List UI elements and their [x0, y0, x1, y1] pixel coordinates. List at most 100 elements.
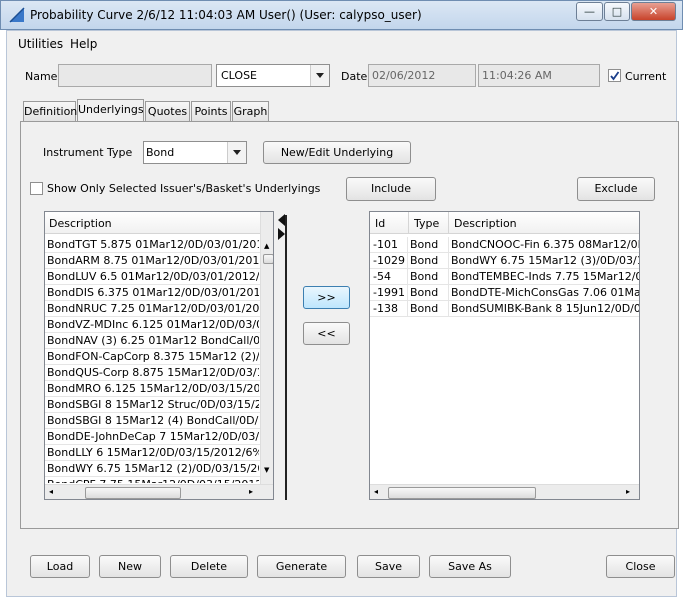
scroll-arrow-icon[interactable]: ◂	[374, 487, 378, 496]
selected-underlyings-table[interactable]: Id Type Description -101 Bond BondCNOOC-Fi…	[369, 211, 640, 500]
table-row[interactable]: BondQUS-Corp 8.875 15Mar12/0D/03/15/20	[45, 365, 261, 381]
column-divider	[448, 269, 449, 285]
type-cell: Bond	[410, 238, 439, 251]
splitter[interactable]	[285, 215, 287, 500]
minimize-button[interactable]: —	[576, 2, 603, 21]
close-button[interactable]: Close	[606, 555, 675, 578]
tab-points[interactable]: Points	[191, 101, 231, 121]
price-type-select[interactable]: CLOSE	[216, 64, 330, 87]
column-header-description[interactable]: Description	[454, 216, 517, 232]
right-table-body: -101 Bond BondCNOOC-Fin 6.375 08Mar12/0D/0…	[370, 237, 639, 483]
generate-button[interactable]: Generate	[257, 555, 346, 578]
table-row[interactable]: BondSBGI 8 15Mar12 Struc/0D/03/15/2012/	[45, 397, 261, 413]
table-row[interactable]: -138 Bond BondSUMIBK-Bank 8 15Jun12/0D/06/…	[370, 301, 639, 317]
table-row[interactable]: BondDIS 6.375 01Mar12/0D/03/01/2012/6.3	[45, 285, 261, 301]
column-divider[interactable]	[448, 212, 449, 234]
description-cell: BondLUV 6.5 01Mar12/0D/03/01/2012/6.5%	[47, 270, 259, 283]
description-cell: BondQUS-Corp 8.875 15Mar12/0D/03/15/20	[47, 366, 259, 379]
exclude-button[interactable]: Exclude	[577, 177, 655, 201]
description-cell: BondSBGI 8 15Mar12 Struc/0D/03/15/2012/	[47, 398, 259, 411]
table-row[interactable]: BondNAV (3) 6.25 01Mar12 BondCall/0D/03/	[45, 333, 261, 349]
current-checkbox[interactable]	[608, 69, 621, 82]
scroll-arrow-icon[interactable]: ▸	[626, 487, 630, 496]
show-selected-checkbox[interactable]	[30, 182, 43, 195]
id-cell: -101	[373, 238, 398, 251]
menu-utilities[interactable]: Utilities	[18, 37, 63, 51]
dropdown-arrow-icon[interactable]	[310, 65, 329, 86]
column-divider	[448, 301, 449, 317]
table-row[interactable]: -1991 Bond BondDTE-MichConsGas 7.06 01May1…	[370, 285, 639, 301]
left-table-body: BondTGT 5.875 01Mar12/0D/03/01/2012/5. Bo…	[45, 237, 261, 483]
table-row[interactable]: BondARM 8.75 01Mar12/0D/03/01/2012/8.7	[45, 253, 261, 269]
window-title: Probability Curve 2/6/12 11:04:03 AM Use…	[30, 8, 422, 22]
column-divider	[407, 237, 408, 253]
scroll-thumb[interactable]	[85, 487, 181, 499]
description-cell: BondLLY 6 15Mar12/0D/03/15/2012/6%	[47, 446, 259, 459]
scroll-thumb[interactable]	[388, 487, 536, 499]
scroll-arrow-icon[interactable]: ▸	[249, 487, 253, 496]
horizontal-scrollbar[interactable]: ◂ ▸	[370, 484, 639, 499]
column-header-type[interactable]: Type	[414, 216, 439, 232]
table-row[interactable]: BondDE-JohnDeCap 7 15Mar12/0D/03/15/20	[45, 429, 261, 445]
save-button[interactable]: Save	[357, 555, 420, 578]
description-cell: BondWY 6.75 15Mar12 (2)/0D/03/15/2012/6	[47, 462, 259, 475]
date-label: Date	[341, 70, 368, 83]
column-divider	[407, 253, 408, 269]
type-cell: Bond	[410, 286, 439, 299]
column-header-id[interactable]: Id	[375, 216, 385, 232]
tab-underlyings[interactable]: Underlyings	[77, 99, 144, 122]
new-button[interactable]: New	[99, 555, 161, 578]
description-cell: BondNAV (3) 6.25 01Mar12 BondCall/0D/03/	[47, 334, 259, 347]
horizontal-scrollbar[interactable]: ◂ ▸	[45, 484, 273, 499]
description-cell: BondTEMBEC-Inds 7.75 15Mar12/0D/03	[451, 270, 639, 283]
app-curve-icon	[9, 7, 25, 23]
column-header-description[interactable]: Description	[49, 216, 112, 232]
title-bar[interactable]: Probability Curve 2/6/12 11:04:03 AM Use…	[0, 0, 683, 30]
time-field[interactable]: 11:04:26 AM	[478, 64, 600, 87]
new-edit-underlying-button[interactable]: New/Edit Underlying	[263, 141, 411, 164]
column-divider[interactable]	[408, 212, 409, 234]
menu-help[interactable]: Help	[70, 37, 97, 51]
table-row[interactable]: BondFON-CapCorp 8.375 15Mar12 (2)/0D/0	[45, 349, 261, 365]
save-as-button[interactable]: Save As	[429, 555, 511, 578]
splitter-arrow-icon[interactable]	[278, 214, 286, 240]
move-right-button[interactable]: >>	[303, 286, 350, 309]
scroll-arrow-icon[interactable]: ▼	[264, 466, 269, 474]
load-button[interactable]: Load	[30, 555, 90, 578]
table-header[interactable]: Description	[45, 212, 261, 234]
dropdown-arrow-icon[interactable]	[227, 142, 246, 163]
table-row[interactable]: BondVZ-MDInc 6.125 01Mar12/0D/03/01/20	[45, 317, 261, 333]
description-cell: BondDE-JohnDeCap 7 15Mar12/0D/03/15/20	[47, 430, 259, 443]
table-row[interactable]: BondCPF 7.75 15Mar12/0D/03/15/2012/7.	[45, 477, 261, 483]
include-button[interactable]: Include	[346, 177, 436, 201]
description-cell: BondWY 6.75 15Mar12 (3)/0D/03/15/20	[451, 254, 639, 267]
vertical-scrollbar[interactable]: ▲ ▼	[260, 212, 273, 485]
available-underlyings-table[interactable]: Description BondTGT 5.875 01Mar12/0D/03/…	[44, 211, 274, 500]
table-row[interactable]: BondNRUC 7.25 01Mar12/0D/03/01/2012/7	[45, 301, 261, 317]
move-left-button[interactable]: <<	[303, 322, 350, 345]
table-row[interactable]: BondTGT 5.875 01Mar12/0D/03/01/2012/5.	[45, 237, 261, 253]
scroll-thumb[interactable]	[263, 254, 273, 264]
tab-quotes[interactable]: Quotes	[145, 101, 190, 121]
close-window-button[interactable]: ✕	[631, 2, 676, 21]
id-cell: -54	[373, 270, 391, 283]
instrument-type-select[interactable]: Bond	[143, 141, 247, 164]
table-row[interactable]: BondSBGI 8 15Mar12 (4) BondCall/0D/03/15	[45, 413, 261, 429]
scroll-arrow-icon[interactable]: ▲	[264, 242, 269, 250]
description-cell: BondFON-CapCorp 8.375 15Mar12 (2)/0D/0	[47, 350, 259, 363]
scroll-arrow-icon[interactable]: ◂	[49, 487, 53, 496]
tab-graph[interactable]: Graph	[232, 101, 269, 121]
table-row[interactable]: -101 Bond BondCNOOC-Fin 6.375 08Mar12/0D/0…	[370, 237, 639, 253]
date-field[interactable]: 02/06/2012	[368, 64, 476, 87]
name-field[interactable]	[58, 64, 212, 87]
table-row[interactable]: BondLUV 6.5 01Mar12/0D/03/01/2012/6.5%	[45, 269, 261, 285]
table-row[interactable]: BondWY 6.75 15Mar12 (2)/0D/03/15/2012/6	[45, 461, 261, 477]
table-row[interactable]: BondMRO 6.125 15Mar12/0D/03/15/2012/6	[45, 381, 261, 397]
table-row[interactable]: -54 Bond BondTEMBEC-Inds 7.75 15Mar12/0D/0…	[370, 269, 639, 285]
maximize-button[interactable]: □	[604, 2, 630, 21]
table-row[interactable]: BondLLY 6 15Mar12/0D/03/15/2012/6%	[45, 445, 261, 461]
delete-button[interactable]: Delete	[170, 555, 248, 578]
table-header[interactable]: Id Type Description	[370, 212, 639, 234]
tab-definition[interactable]: Definition	[23, 101, 77, 121]
table-row[interactable]: -1029 Bond BondWY 6.75 15Mar12 (3)/0D/03/1…	[370, 253, 639, 269]
